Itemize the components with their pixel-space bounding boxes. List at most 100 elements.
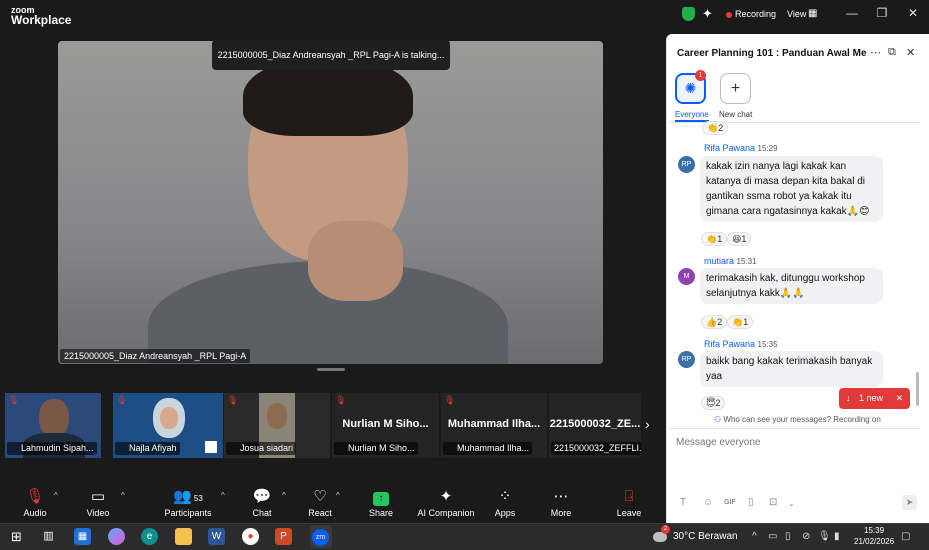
avatar[interactable]: RP	[678, 156, 695, 173]
resize-handle[interactable]	[317, 368, 345, 371]
audio-options-caret-icon[interactable]: ^	[54, 491, 58, 500]
sender-name: mutiara	[704, 256, 735, 266]
speaker-hand	[308, 221, 403, 301]
device-icon[interactable]: ▯	[785, 531, 791, 542]
view-button[interactable]: View	[787, 9, 806, 19]
more-button[interactable]: ⋯ More	[526, 487, 596, 518]
chat-scrollbar[interactable]	[916, 372, 919, 406]
participants-button[interactable]: 👥 53 Participants	[153, 487, 223, 518]
file-icon[interactable]: ▯	[748, 497, 754, 508]
chat-message[interactable]: baikk bang kakak terimakasih banyak yaa	[700, 351, 883, 387]
send-icon[interactable]: ➤	[902, 495, 917, 510]
recording-status[interactable]: Recording	[735, 9, 776, 19]
react-button[interactable]: ♡ React	[285, 487, 355, 518]
avatar[interactable]: M	[678, 268, 695, 285]
share-arrow-icon: ↑	[373, 492, 389, 506]
reaction-chip[interactable]: 👏2	[702, 121, 729, 135]
more-format-caret-icon[interactable]: ⌄	[788, 499, 795, 508]
react-options-caret-icon[interactable]: ^	[336, 491, 340, 500]
reaction-chip[interactable]: 👍2	[701, 315, 728, 329]
participant-display-name: 2215000032_ZE...	[549, 418, 641, 430]
display-icon[interactable]: ▭	[768, 531, 777, 542]
show-hidden-icons-chevron-icon[interactable]: ^	[752, 531, 757, 542]
participant-tile[interactable]: 🎙 Najla Afiyah	[113, 393, 223, 458]
participant-tile[interactable]: 🎙 Lahmudin Sipah...	[5, 393, 101, 458]
more-dots-icon: ⋯	[553, 488, 569, 505]
word-icon[interactable]: W	[208, 528, 225, 545]
reaction-chip[interactable]: 😆1	[727, 232, 752, 246]
restore-icon[interactable]: ❐	[872, 6, 892, 20]
video-label: Video	[86, 508, 110, 518]
participant-name: Muhammad Ilha...	[443, 442, 533, 455]
weather-condition: Berawan	[698, 531, 738, 542]
heart-icon: ♡	[313, 488, 327, 505]
participant-tile[interactable]: 🎙 Josua siadari	[224, 393, 330, 458]
new-messages-button[interactable]: ↓ 1 new ✕	[839, 388, 910, 409]
audio-button[interactable]: 🎙 Audio	[0, 487, 70, 518]
next-page-chevron-icon[interactable]: ›	[645, 416, 650, 432]
talking-indicator: 2215000005_Diaz Andreansyah _RPL Pagi-A …	[212, 40, 450, 70]
participant-name: Lahmudin Sipah...	[7, 442, 97, 455]
participant-tile[interactable]: 2215000032_ZE... 2215000032_ZEFFLI...	[549, 393, 641, 458]
participants-options-caret-icon[interactable]: ^	[221, 491, 225, 500]
unread-badge: 1	[695, 70, 706, 81]
ai-sparkle-icon[interactable]: ✦	[702, 6, 713, 22]
chat-message[interactable]: kakak izin nanya lagi kakak kan katanya …	[700, 156, 883, 222]
close-chat-icon[interactable]: ✕	[906, 46, 915, 59]
reaction-chip[interactable]: 👏1	[701, 232, 728, 246]
task-view-icon[interactable]: ▥	[40, 528, 57, 545]
store-icon[interactable]: ▦	[74, 528, 91, 545]
network-offline-icon[interactable]: ⊘	[802, 531, 810, 542]
close-window-icon[interactable]: ✕	[903, 6, 923, 20]
copilot-icon[interactable]	[108, 528, 125, 545]
weather-badge: 2	[661, 525, 670, 534]
reaction-chip[interactable]: 😇2	[701, 396, 726, 410]
minimize-icon[interactable]: —	[842, 6, 862, 20]
emoji-icon[interactable]: ☺	[703, 497, 713, 508]
system-clock[interactable]: 15:39 21/02/2026	[854, 525, 894, 547]
chat-message[interactable]: terimakasih kak, ditunggu workshop selan…	[700, 268, 883, 304]
weather-cloud-icon[interactable]: 2	[651, 525, 671, 544]
gif-button[interactable]: GIF	[724, 499, 736, 506]
security-shield-icon[interactable]	[682, 7, 695, 21]
participant-tile[interactable]: Nurlian M Siho... 🎙 Nurlian M Siho...	[332, 393, 439, 458]
leave-door-icon: ⍈	[624, 488, 634, 505]
avatar[interactable]: RP	[678, 351, 695, 368]
video-options-caret-icon[interactable]: ^	[121, 491, 125, 500]
participant-face	[39, 399, 69, 437]
reaction-chip[interactable]: 👏1	[727, 315, 754, 329]
screenshot-icon[interactable]: ⊡	[769, 497, 777, 508]
microphone-icon[interactable]: 🎙	[818, 531, 831, 542]
mic-muted-icon: 🎙	[335, 395, 347, 405]
participant-name: Nurlian M Siho...	[334, 442, 418, 455]
powerpoint-icon[interactable]: P	[275, 528, 292, 545]
notifications-icon[interactable]: ▢	[901, 531, 910, 542]
participant-face	[267, 403, 287, 429]
main-speaker-video[interactable]	[58, 41, 603, 364]
participant-tile[interactable]: Muhammad Ilha... 🎙 Muhammad Ilha...	[441, 393, 547, 458]
file-explorer-icon[interactable]	[175, 528, 192, 545]
share-label: Share	[368, 508, 394, 518]
leave-label: Leave	[616, 508, 642, 518]
pop-out-icon[interactable]: ⧉	[888, 46, 896, 59]
zoom-app-icon[interactable]: zm	[312, 529, 329, 546]
privacy-notice[interactable]: ⚇ Who can see your messages? Recording o…	[714, 415, 881, 424]
edge-browser-icon[interactable]: e	[141, 528, 158, 545]
workplace-logo-text: Workplace	[11, 13, 72, 27]
mic-muted-icon: 🎙	[116, 395, 128, 405]
battery-icon[interactable]: ▮	[834, 531, 840, 542]
chrome-icon[interactable]: ●	[242, 528, 259, 545]
windows-start-icon[interactable]: ⊞	[8, 528, 25, 545]
share-button[interactable]: ↑ Share	[346, 487, 416, 518]
weather-text[interactable]: 30°C Berawan	[673, 531, 738, 542]
message-input[interactable]: Message everyone	[676, 437, 876, 448]
dismiss-icon[interactable]: ✕	[896, 393, 904, 403]
text-format-icon[interactable]: T	[680, 497, 686, 508]
message-time: 15:31	[736, 257, 757, 266]
more-label: More	[550, 508, 572, 518]
sender-name: Rifa Pawana	[704, 143, 756, 153]
new-chat-button[interactable]: +	[720, 73, 751, 104]
leave-button[interactable]: ⍈ Leave	[594, 487, 664, 518]
view-grid-icon[interactable]: ▦	[808, 8, 817, 19]
more-options-icon[interactable]: ⋯	[870, 46, 881, 59]
